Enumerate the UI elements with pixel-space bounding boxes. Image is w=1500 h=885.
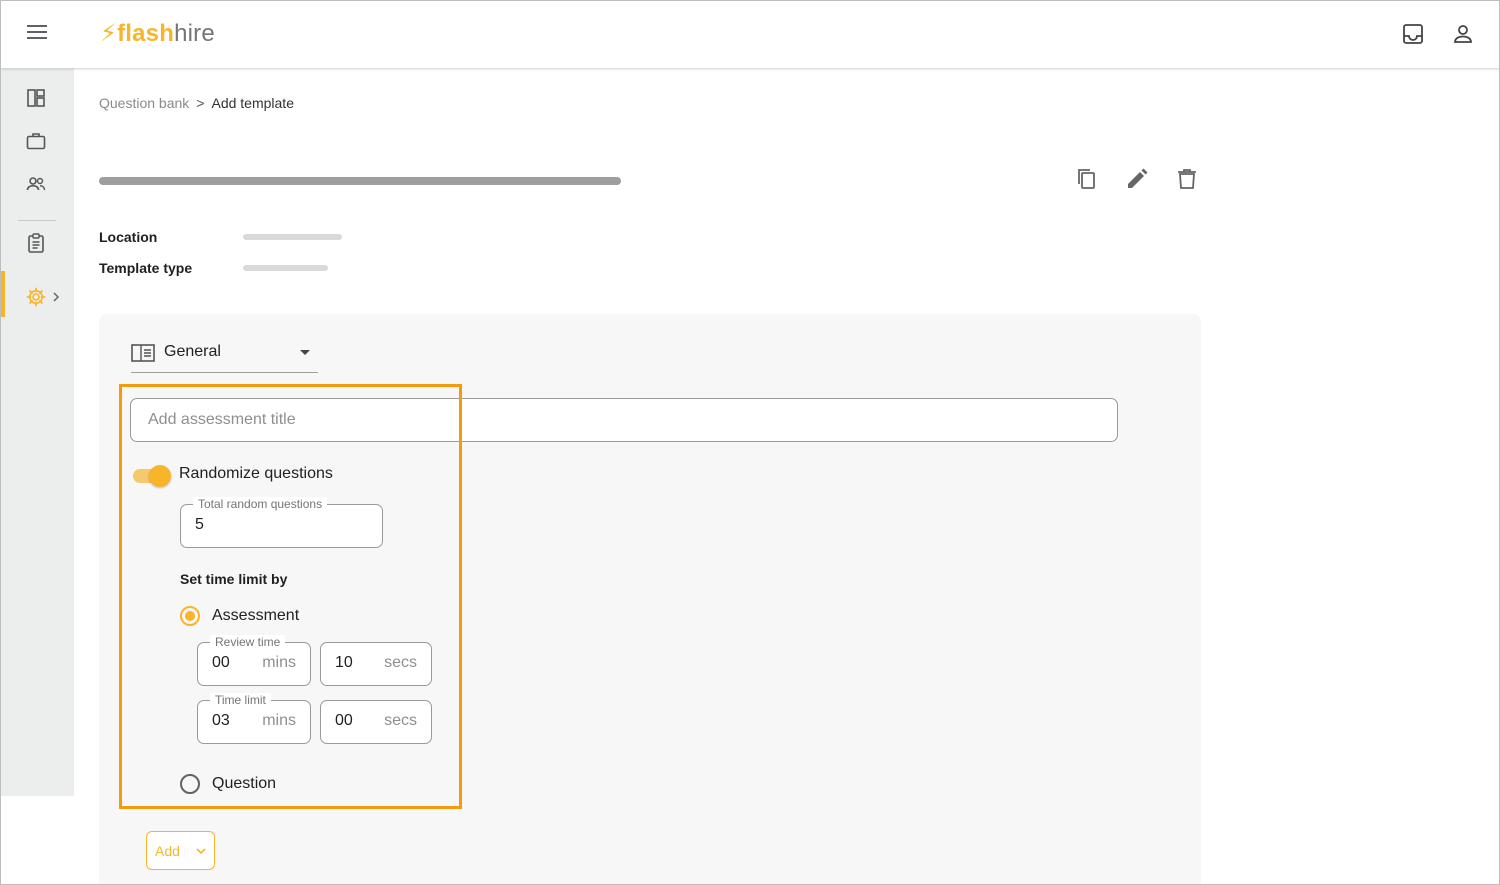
review-time-mins-field[interactable]: Review time 00 mins [197, 635, 311, 686]
breadcrumb-current: Add template [211, 95, 294, 111]
account-icon[interactable] [1451, 22, 1475, 46]
time-limit-label: Time limit [210, 693, 271, 707]
radio-question-label: Question [212, 775, 277, 792]
delete-icon[interactable] [1174, 166, 1200, 192]
assessment-title-input[interactable] [130, 398, 1118, 442]
add-button-label: Add [155, 843, 180, 859]
review-secs-unit: secs [384, 654, 417, 671]
flashhire-logo[interactable]: ⚡flashhire [100, 19, 215, 49]
dashboard-icon[interactable] [25, 87, 47, 109]
template-type-value-placeholder [243, 265, 328, 271]
location-value-placeholder [243, 234, 342, 240]
template-type-label: Template type [99, 260, 193, 276]
total-random-questions-field[interactable]: Total random questions 5 [180, 497, 383, 548]
settings-icon[interactable] [25, 286, 47, 308]
logo-hire-text: hire [174, 20, 215, 47]
breadcrumb-question-bank[interactable]: Question bank [99, 95, 189, 112]
limit-mins-unit: mins [262, 712, 296, 729]
radio-assessment[interactable] [180, 606, 200, 626]
randomize-label: Randomize questions [179, 465, 333, 482]
inbox-icon[interactable] [1401, 22, 1425, 46]
people-icon[interactable] [25, 173, 47, 195]
copy-icon[interactable] [1074, 166, 1100, 192]
time-limit-heading: Set time limit by [180, 571, 288, 587]
side-navigation [1, 68, 74, 796]
breadcrumb: Question bank > Add template [99, 95, 294, 112]
review-time-label: Review time [210, 635, 286, 649]
review-time-secs-field[interactable]: 10 secs [320, 642, 432, 686]
randomize-toggle[interactable] [131, 465, 171, 487]
logo-flash-text: flash [117, 20, 175, 47]
view-sidebar-icon [131, 344, 155, 362]
logo-bolt: ⚡ [100, 20, 118, 47]
total-random-questions-value: 5 [195, 516, 204, 533]
review-secs-value: 10 [335, 654, 353, 671]
menu-icon[interactable] [27, 25, 47, 41]
radio-assessment-label: Assessment [212, 607, 300, 624]
chevron-down-icon [196, 848, 206, 855]
clipboard-icon[interactable] [25, 232, 47, 254]
total-random-questions-label: Total random questions [193, 497, 328, 511]
rail-divider [18, 220, 56, 221]
limit-secs-unit: secs [384, 712, 417, 729]
radio-question[interactable] [180, 774, 200, 794]
location-label: Location [99, 229, 158, 245]
add-button[interactable]: Add [146, 831, 215, 870]
chevron-right-icon[interactable] [51, 291, 61, 303]
limit-secs-value: 00 [335, 712, 353, 729]
review-mins-value: 00 [212, 654, 230, 671]
time-limit-secs-field[interactable]: 00 secs [320, 700, 432, 744]
edit-icon[interactable] [1124, 166, 1150, 192]
toggle-thumb [149, 465, 171, 487]
briefcase-icon[interactable] [25, 130, 47, 152]
limit-mins-value: 03 [212, 712, 230, 729]
time-limit-mins-field[interactable]: Time limit 03 mins [197, 693, 311, 744]
caret-down-icon [300, 350, 310, 355]
section-select-value: General [164, 343, 221, 360]
breadcrumb-separator: > [196, 95, 205, 111]
template-title-placeholder [99, 177, 621, 185]
top-app-bar: ⚡flashhire [1, 1, 1499, 68]
app-window: ⚡flashhire Question bank > Add template … [0, 0, 1500, 885]
review-mins-unit: mins [262, 654, 296, 671]
active-indicator [1, 271, 5, 317]
section-select[interactable]: General [131, 339, 318, 373]
